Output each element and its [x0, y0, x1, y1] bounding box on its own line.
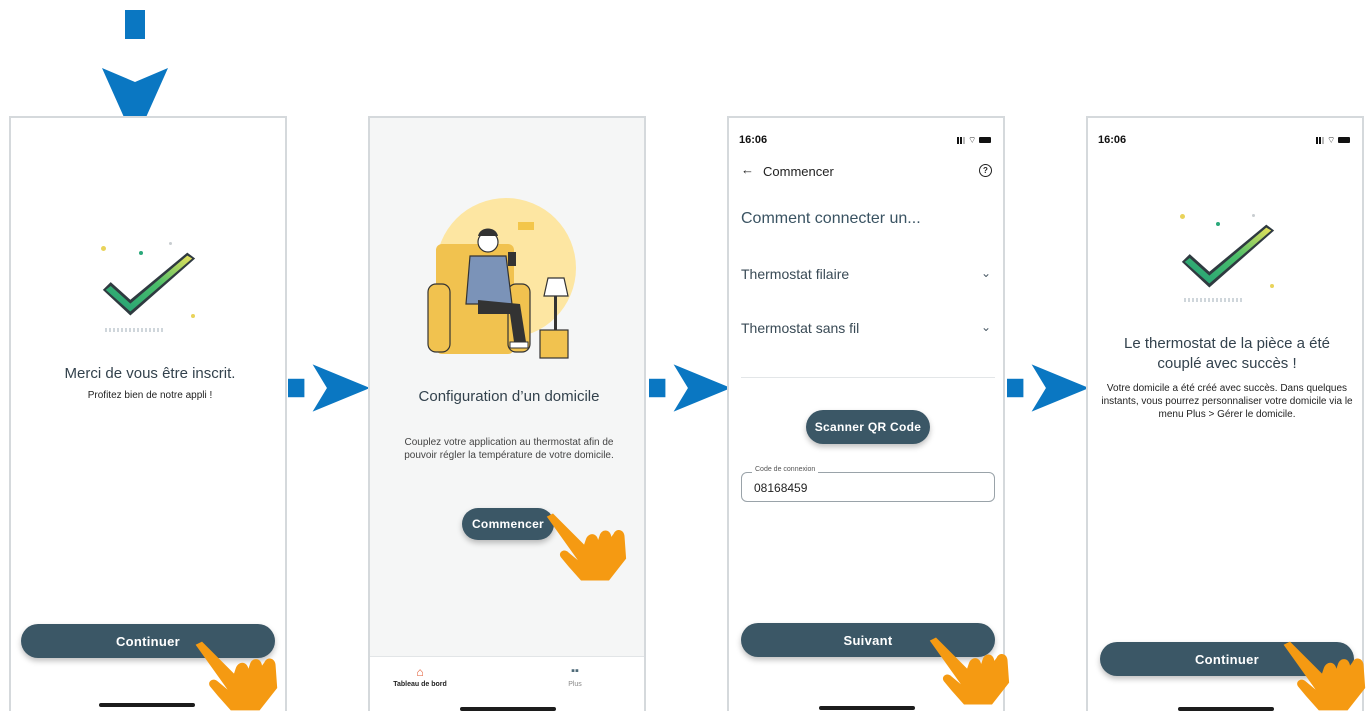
back-icon[interactable]: ←: [741, 162, 754, 177]
right-arrow-icon: [1007, 362, 1089, 414]
tap-hand-icon: [186, 640, 290, 712]
nav-item-dashboard[interactable]: ⌂ Tableau de bord: [380, 665, 460, 701]
chevron-down-icon[interactable]: ⌄: [981, 266, 991, 280]
page-description: Votre domicile a été créé avec succès. D…: [1101, 383, 1353, 420]
divider: [741, 377, 995, 378]
bottom-nav: ⌂ Tableau de bord ▪▪ Plus: [370, 656, 644, 711]
nav-label: Plus: [568, 681, 582, 688]
code-field[interactable]: Code de connexion 08168459: [741, 466, 995, 502]
check-icon: [95, 246, 203, 326]
page-title: Merci de vous être inscrit.: [64, 365, 236, 382]
home-indicator: [460, 707, 556, 711]
battery-icon: [979, 137, 992, 143]
screen-signup-success: Merci de vous être inscrit. Profitez bie…: [9, 116, 287, 711]
header-title: Commencer: [763, 164, 834, 179]
right-arrow-icon: [649, 362, 731, 414]
home-indicator: [99, 703, 195, 707]
chevron-down-icon[interactable]: ⌄: [981, 320, 991, 334]
home-indicator: [819, 706, 915, 710]
check-icon: [1174, 218, 1282, 298]
home-indicator: [1178, 707, 1274, 711]
tap-hand-icon: [534, 512, 642, 582]
illustration: [408, 192, 578, 362]
nav-label: Tableau de bord: [393, 681, 447, 688]
code-field-value: 08168459: [754, 481, 808, 495]
code-field-label: Code de connexion: [752, 466, 819, 473]
nav-item-more[interactable]: ▪▪ Plus: [550, 665, 600, 701]
page-title: Configuration d’un domicile: [418, 388, 600, 405]
signal-icon: [957, 136, 965, 144]
page-title: Le thermostat de la pièce a été couplé a…: [1124, 335, 1330, 372]
page-subtitle: Profitez bien de notre appli !: [87, 390, 213, 401]
tap-hand-icon: [1278, 640, 1371, 712]
right-arrow-icon: [288, 362, 370, 414]
status-time: 16:06: [739, 134, 768, 146]
screen-pairing-success: 16:06 ⌔ Le thermostat de la pièce a été …: [1086, 116, 1364, 711]
scan-qr-button[interactable]: Scanner QR Code: [806, 410, 930, 444]
grid-icon: ▪▪: [571, 665, 579, 677]
status-icons: ⌔: [957, 135, 992, 145]
screen-connect: 16:06 ⌔ ← Commencer ? Comment connecter …: [727, 116, 1005, 711]
help-icon[interactable]: ?: [979, 164, 992, 177]
wifi-icon: ⌔: [968, 135, 977, 145]
check-shadow: [1184, 298, 1242, 302]
screen-home-setup: Configuration d’un domicile Couplez votr…: [368, 116, 646, 711]
section-heading: Comment connecter un...: [741, 210, 921, 227]
home-icon: ⌂: [416, 665, 424, 679]
page-description: Couplez votre application au thermostat …: [404, 437, 614, 461]
tap-hand-icon: [918, 636, 1024, 706]
check-shadow: [105, 328, 163, 332]
option-wireless-thermostat[interactable]: Thermostat sans fil: [741, 320, 859, 336]
option-wired-thermostat[interactable]: Thermostat filaire: [741, 266, 849, 282]
